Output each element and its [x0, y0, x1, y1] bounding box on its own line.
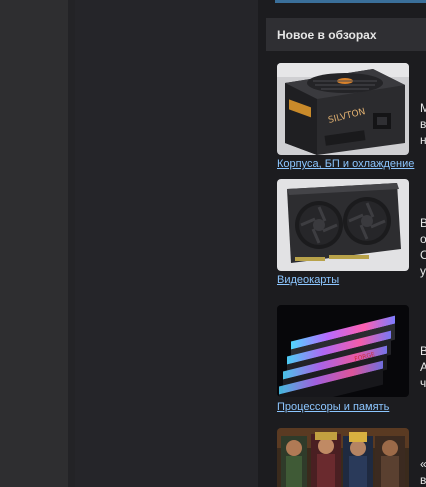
ram-modules-image[interactable]: FORGE: [277, 305, 409, 397]
new-reviews-title: Новое в обзорах: [277, 27, 377, 42]
category-link[interactable]: Корпуса, БП и охлаждение: [277, 158, 414, 170]
title-char: С: [420, 248, 426, 262]
review-title-fragment[interactable]: М в н: [420, 100, 426, 148]
category-link[interactable]: Видеокарты: [277, 274, 339, 286]
title-char: М: [420, 101, 426, 115]
game-characters-image[interactable]: [277, 428, 409, 487]
title-char: в: [420, 473, 426, 487]
review-title-fragment[interactable]: В А ч: [420, 343, 426, 391]
new-reviews-header: Новое в обзорах: [266, 18, 426, 51]
title-char: о: [420, 232, 426, 246]
title-char: у: [420, 264, 426, 278]
review-item[interactable]: « в: [277, 428, 426, 487]
review-item[interactable]: SILVTON Корпуса, БП и охлаждение М в н: [277, 63, 426, 179]
left-border: [68, 0, 75, 487]
review-item[interactable]: Видеокарты В о С у: [277, 179, 426, 295]
review-title-fragment[interactable]: « в: [420, 456, 426, 487]
power-supply-image[interactable]: SILVTON: [277, 63, 409, 155]
review-title-fragment[interactable]: В о С у: [420, 215, 426, 279]
main-content-column: [75, 0, 258, 487]
page: Новое в обзорах SILVTON Корпуса, БП и ох…: [0, 0, 426, 487]
title-char: ч: [420, 376, 426, 390]
title-char: н: [420, 133, 426, 147]
title-char: В: [420, 344, 426, 358]
title-char: А: [420, 360, 426, 374]
title-char: В: [420, 216, 426, 230]
left-gutter: [0, 0, 68, 487]
sidebar-top-accent: [275, 0, 426, 3]
graphics-card-image[interactable]: [277, 179, 409, 271]
title-char: в: [420, 117, 426, 131]
category-link[interactable]: Процессоры и память: [277, 401, 389, 413]
title-char: «: [420, 456, 426, 472]
review-item[interactable]: FORGE Процессоры и память В А ч: [277, 305, 426, 421]
